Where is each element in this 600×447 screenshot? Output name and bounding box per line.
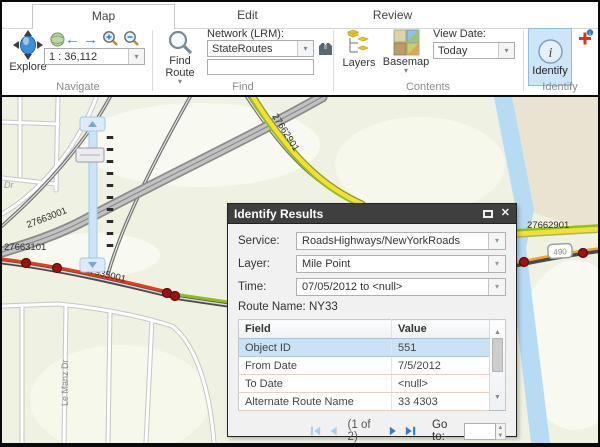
value-cell: 551 [392,339,490,357]
application-window: Map Edit Review Explore ← → [0,0,600,447]
goto-page-input[interactable] [464,423,496,440]
close-icon[interactable]: ✕ [501,208,510,219]
route-shield: 490 [548,243,573,258]
next-page-button[interactable] [389,425,398,437]
column-header-value[interactable]: Value [392,320,490,339]
view-date-combobox[interactable]: Today ▾ [433,42,515,59]
view-date-label: View Date: [433,28,486,40]
route-search-input[interactable] [207,59,314,75]
up-triangle-icon[interactable]: ▲ [490,329,505,336]
service-label: Service: [238,235,296,247]
chevron-down-icon[interactable]: ▾ [297,41,313,56]
field-cell: Object ID [239,339,392,357]
hud-info-icon[interactable]: i [577,29,594,46]
table-row[interactable]: Alternate Route Name 33 4303 [239,393,506,411]
layers-button[interactable]: Layers [339,29,379,69]
forward-extent-icon[interactable]: → [83,31,98,48]
layers-icon [345,29,373,57]
table-row[interactable]: From Date 7/5/2012 [239,357,506,375]
layer-combobox[interactable]: Mile Point ▾ [296,255,506,273]
ribbon: Map Edit Review Explore ← → [2,2,598,95]
map-scale-value: 1 : 36,112 [45,49,128,64]
down-triangle-icon[interactable]: ▼ [490,394,505,401]
field-cell: From Date [239,357,392,375]
service-value: RoadsHighways/NewYorkRoads [297,233,488,249]
table-scrollbar[interactable]: ▲ ▼ [490,320,506,411]
up-triangle-icon[interactable]: ▲ [496,424,505,432]
route-label: 27663101 [4,242,46,253]
last-page-button[interactable] [405,425,416,437]
route-name-row: Route Name: NY33 [238,301,506,313]
zoom-out-icon[interactable] [123,30,140,47]
table-row[interactable]: Object ID 551 [239,339,506,357]
dialog-title-bar[interactable]: Identify Results ✕ [228,204,516,224]
attribute-table: Field Value ▲ ▼ Object ID 551 Fro [238,319,506,411]
route-label: 27662901 [527,220,569,231]
maximize-icon[interactable] [483,210,493,218]
find-route-icon [167,29,193,55]
network-lrm-value: StateRoutes [208,41,297,56]
chevron-down-icon: ▾ [404,68,408,74]
time-combobox[interactable]: 07/05/2012 to <null> ▾ [296,278,506,296]
chevron-down-icon[interactable]: ▾ [488,256,505,272]
table-row[interactable]: To Date <null> [239,375,506,393]
tab-review[interactable]: Review [320,4,465,28]
group-label-find: Find [153,81,333,93]
identify-button[interactable]: i Identify [528,28,572,86]
previous-page-button[interactable] [329,425,338,437]
svg-text:490: 490 [553,247,567,257]
network-lrm-combobox[interactable]: StateRoutes ▾ [207,40,314,57]
street-label: Le Manz Dr [60,359,70,406]
route-name-label: Route Name: [238,301,306,313]
chevron-down-icon[interactable]: ▾ [488,233,505,249]
layer-value: Mile Point [297,256,488,272]
back-extent-icon[interactable]: ← [65,31,80,48]
identify-icon: i [537,38,564,65]
time-value: 07/05/2012 to <null> [297,279,488,295]
basemap-button[interactable]: Basemap ▾ [383,29,429,74]
view-date-value: Today [434,43,498,58]
field-cell: To Date [239,375,392,393]
column-header-field[interactable]: Field [239,320,392,339]
network-lrm-label: Network (LRM): [207,28,284,40]
value-cell: 33 4303 [392,393,490,411]
goto-label: Go to: [432,419,459,443]
zoom-in-icon[interactable] [102,30,119,47]
scrollbar-thumb[interactable] [492,338,503,372]
svg-text:i: i [548,46,552,61]
page-indicator: (1 of 2) [348,419,379,443]
group-label-navigate: Navigate [4,81,152,93]
map-scale-combobox[interactable]: 1 : 36,112 ▾ [44,48,145,65]
pagination-bar: (1 of 2) Go to: ▲ ▼ [238,419,506,443]
down-triangle-icon[interactable]: ▼ [496,432,505,440]
tab-edit[interactable]: Edit [175,4,320,28]
identify-label: Identify [532,65,567,77]
layer-label: Layer: [238,258,296,270]
street-label: Dr [4,180,14,190]
explore-label: Explore [9,61,46,73]
tab-map[interactable]: Map [32,4,175,29]
group-label-identify: Identify [524,81,596,93]
layers-label: Layers [342,57,375,69]
time-label: Time: [238,281,296,293]
group-label-contents: Contents [334,81,522,93]
first-page-button[interactable] [310,425,321,437]
chevron-down-icon[interactable]: ▾ [488,279,505,295]
route-name-value: NY33 [309,301,338,313]
basemap-icon [393,29,420,56]
find-route-label-1: Find [169,55,190,67]
find-route-button[interactable]: Find Route ▾ [158,29,202,85]
service-combobox[interactable]: RoadsHighways/NewYorkRoads ▾ [296,232,506,250]
chevron-down-icon[interactable]: ▾ [128,49,144,64]
identify-results-dialog: Identify Results ✕ Service: RoadsHighway… [227,203,517,437]
full-extent-icon[interactable] [50,32,65,47]
dialog-title: Identify Results [234,207,323,221]
explore-icon [12,29,44,61]
goto-spinner[interactable]: ▲ ▼ [496,423,506,440]
value-cell: <null> [392,375,490,393]
binoculars-icon[interactable] [317,41,334,57]
chevron-down-icon[interactable]: ▾ [498,43,514,58]
value-cell: 7/5/2012 [392,357,490,375]
field-cell: Alternate Route Name [239,393,392,411]
